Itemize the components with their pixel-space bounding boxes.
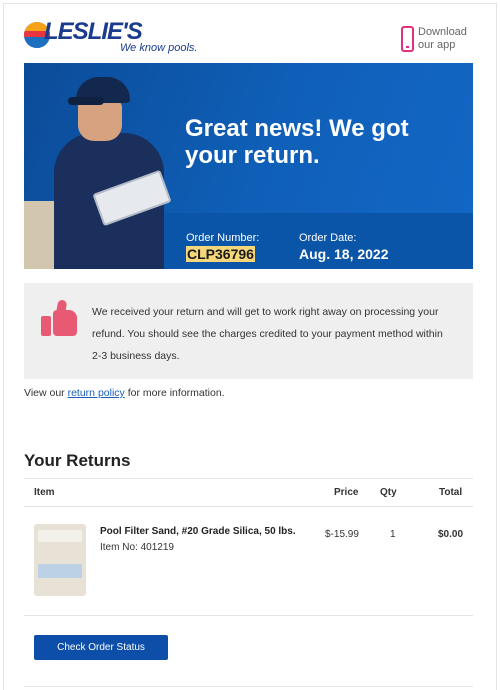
order-date: Aug. 18, 2022 xyxy=(299,246,389,262)
hero-employee-image xyxy=(24,63,184,269)
divider xyxy=(24,478,473,479)
return-notice-text: We received your return and will get to … xyxy=(92,306,443,362)
order-number-label: Order Number: xyxy=(186,232,260,244)
divider xyxy=(24,686,473,687)
product-item-number: Item No: 401219 xyxy=(100,542,174,553)
check-order-status-button[interactable]: Check Order Status xyxy=(34,635,168,660)
hero-headline: Great news! We got your return. xyxy=(185,115,409,169)
product-price: $-15.99 xyxy=(325,529,359,540)
brand-tagline: We know pools. xyxy=(120,42,198,54)
column-header-price: Price xyxy=(334,487,359,498)
policy-suffix: for more information. xyxy=(124,387,225,399)
returns-title: Your Returns xyxy=(24,451,131,470)
column-header-total: Total xyxy=(439,487,463,498)
product-image[interactable] xyxy=(34,524,86,596)
download-app-line1: Download xyxy=(418,26,467,38)
column-header-item: Item xyxy=(34,487,55,498)
return-policy-link[interactable]: return policy xyxy=(68,387,125,399)
leslies-logo[interactable]: LESLIE'S We know pools. xyxy=(24,18,204,58)
return-notice: We received your return and will get to … xyxy=(24,283,473,379)
phone-icon xyxy=(401,26,414,52)
product-total: $0.00 xyxy=(438,529,464,540)
divider xyxy=(24,615,473,616)
product-name[interactable]: Pool Filter Sand, #20 Grade Silica, 50 l… xyxy=(100,526,310,537)
product-qty: 1 xyxy=(390,529,396,540)
divider xyxy=(24,506,473,507)
hero-banner: Great news! We got your return. Order Nu… xyxy=(24,63,473,269)
policy-prefix: View our xyxy=(24,387,68,399)
email-header: LESLIE'S We know pools. Download our app xyxy=(24,18,473,60)
download-app-link[interactable]: Download our app xyxy=(401,26,473,56)
order-date-label: Order Date: xyxy=(299,232,357,244)
column-header-qty: Qty xyxy=(380,487,397,498)
policy-line: View our return policy for more informat… xyxy=(24,387,225,399)
download-app-line2: our app xyxy=(418,39,456,51)
thumbs-up-icon xyxy=(41,299,79,338)
order-number: CLP36796 xyxy=(186,246,255,262)
